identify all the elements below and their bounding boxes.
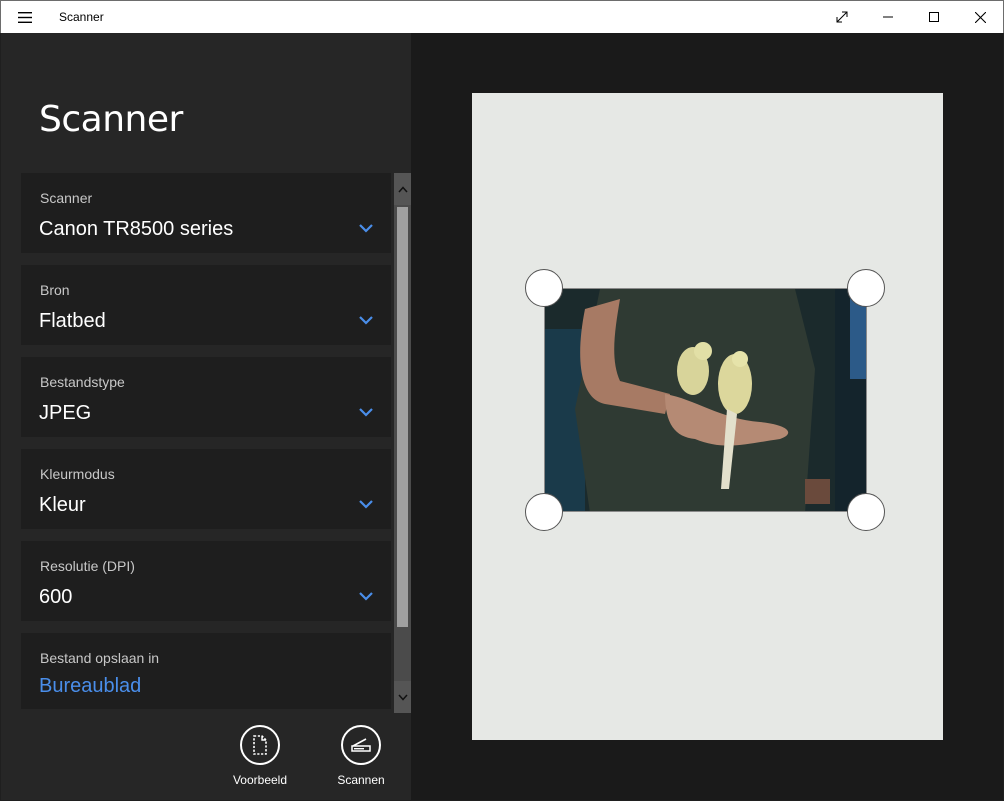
minimize-icon — [883, 16, 893, 18]
scanner-select[interactable]: Scanner Canon TR8500 series — [21, 173, 391, 253]
color-mode-select[interactable]: Kleurmodus Kleur — [21, 449, 391, 529]
setting-label: Bestand opslaan in — [40, 650, 160, 666]
close-icon — [974, 11, 986, 23]
save-location: Bestand opslaan in Bureaublad — [21, 633, 391, 709]
setting-label: Bestandstype — [40, 374, 125, 390]
scroll-up-button[interactable] — [394, 173, 411, 205]
settings-scrollbar[interactable] — [394, 173, 411, 713]
chevron-down-icon — [359, 592, 373, 601]
scanner-icon — [341, 725, 381, 765]
scrollbar-thumb[interactable] — [397, 207, 408, 627]
chevron-up-icon — [397, 185, 408, 192]
settings-list: Scanner Canon TR8500 series Bron Flatbed… — [21, 173, 391, 709]
setting-label: Resolutie (DPI) — [40, 558, 135, 574]
preview-area — [411, 33, 1003, 800]
resolution-select[interactable]: Resolutie (DPI) 600 — [21, 541, 391, 621]
setting-label: Kleurmodus — [40, 466, 115, 482]
scan-button[interactable]: Scannen — [323, 725, 399, 791]
chevron-down-icon — [359, 224, 373, 233]
maximize-button[interactable] — [911, 1, 957, 33]
crop-handle-bottom-left[interactable] — [525, 493, 563, 531]
setting-value: Canon TR8500 series — [39, 218, 234, 240]
preview-button[interactable]: Voorbeeld — [222, 725, 298, 791]
window-title: Scanner — [59, 10, 104, 24]
maximize-icon — [929, 12, 939, 22]
chevron-down-icon — [359, 316, 373, 325]
save-location-link[interactable]: Bureaublad — [39, 675, 141, 698]
crop-handle-top-left[interactable] — [525, 269, 563, 307]
chevron-down-icon — [397, 694, 408, 701]
scroll-down-button[interactable] — [394, 681, 411, 713]
setting-value: Kleur — [39, 494, 86, 516]
hamburger-menu-icon[interactable] — [9, 1, 41, 33]
setting-value: Flatbed — [39, 310, 106, 332]
close-button[interactable] — [957, 1, 1003, 33]
minimize-button[interactable] — [865, 1, 911, 33]
preview-label: Voorbeeld — [232, 773, 288, 787]
chevron-down-icon — [359, 500, 373, 509]
setting-value: JPEG — [39, 402, 92, 424]
file-type-select[interactable]: Bestandstype JPEG — [21, 357, 391, 437]
scan-preview-page — [472, 93, 943, 740]
title-bar: Scanner — [0, 0, 1004, 33]
page-title: Scanner — [39, 99, 183, 140]
setting-label: Bron — [40, 282, 70, 298]
crop-handle-top-right[interactable] — [847, 269, 885, 307]
scanned-photo — [544, 288, 867, 512]
settings-pane: Scanner Scanner Canon TR8500 series Bron… — [1, 33, 411, 800]
source-select[interactable]: Bron Flatbed — [21, 265, 391, 345]
scan-label: Scannen — [337, 773, 385, 787]
preview-icon — [240, 725, 280, 765]
fullscreen-icon — [836, 11, 848, 23]
chevron-down-icon — [359, 408, 373, 417]
fullscreen-button[interactable] — [819, 1, 865, 33]
setting-value: 600 — [39, 586, 73, 608]
setting-label: Scanner — [40, 190, 93, 206]
crop-handle-bottom-right[interactable] — [847, 493, 885, 531]
